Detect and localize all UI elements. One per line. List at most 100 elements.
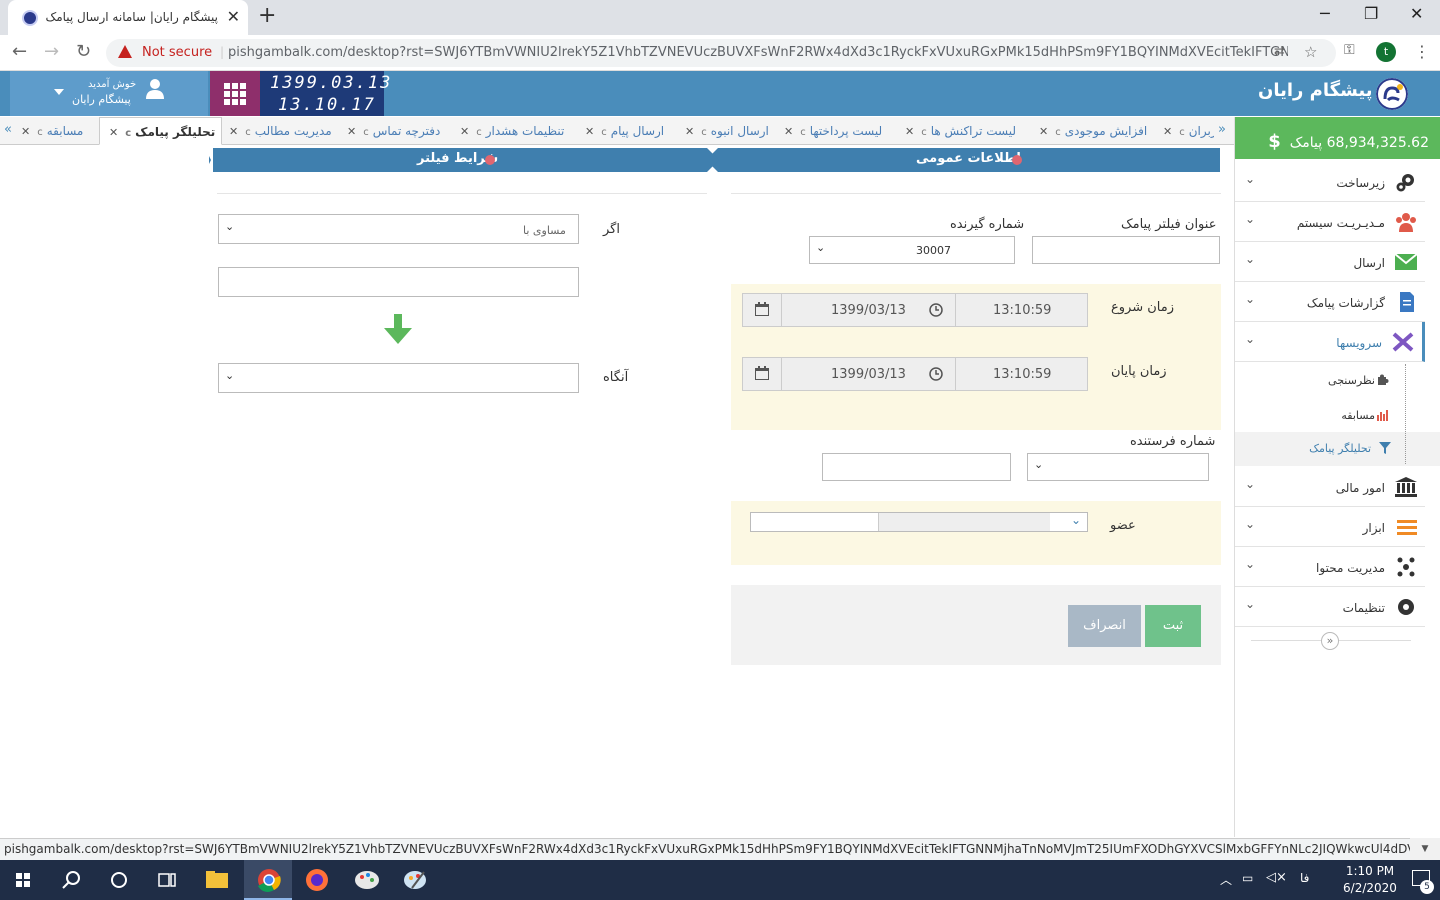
task-view-icon[interactable] bbox=[144, 866, 190, 894]
chevron-down-icon: ⌄ bbox=[1245, 292, 1256, 306]
end-date[interactable]: 1399/03/13 bbox=[831, 367, 906, 382]
tab-8[interactable]: ✕ c لیست تراکنش ها bbox=[902, 117, 1016, 145]
action-select[interactable]: ⌄ bbox=[218, 363, 579, 393]
gear-icon bbox=[1398, 599, 1414, 615]
reload-icon[interactable]: ↻ bbox=[76, 41, 91, 62]
volume-icon[interactable]: ◁× bbox=[1266, 870, 1287, 885]
browser-tab[interactable]: پیشگام رایان| سامانه ارسال پیامک ان ✕ bbox=[8, 0, 248, 35]
chevron-down-icon: ⌄ bbox=[1245, 517, 1256, 531]
cortana-icon[interactable] bbox=[96, 866, 142, 894]
start-time[interactable]: 13:10:59 bbox=[993, 303, 1051, 318]
sidebar-item-tools[interactable]: ابزار ⌄ bbox=[1235, 507, 1425, 547]
chevron-down-icon: ⌄ bbox=[1245, 332, 1256, 346]
clock-icon[interactable] bbox=[929, 367, 943, 381]
tab-4[interactable]: ✕ c تنظیمات هشدار bbox=[457, 117, 564, 145]
sidebar-subitem-contest[interactable]: مسابقه bbox=[1235, 399, 1405, 433]
chevron-down-icon: ⌄ bbox=[1034, 458, 1044, 471]
browser-menu-icon[interactable]: ⋮ bbox=[1414, 42, 1430, 61]
sidebar-item-services[interactable]: سرویسها ⌄ bbox=[1235, 322, 1425, 362]
start-date[interactable]: 1399/03/13 bbox=[831, 303, 906, 318]
minimize-icon[interactable]: ─ bbox=[1320, 4, 1330, 23]
chevron-up-icon[interactable]: ︿ bbox=[1220, 871, 1232, 888]
bank-icon bbox=[1395, 477, 1417, 497]
tab-5[interactable]: ✕ c ارسال پیام bbox=[582, 117, 664, 145]
scroll-down-icon[interactable]: ▼ bbox=[1410, 838, 1440, 860]
sidebar-item-content-management[interactable]: مدیریت محتوا ⌄ bbox=[1235, 547, 1425, 587]
calendar-icon[interactable] bbox=[755, 366, 769, 380]
close-window-icon[interactable]: ✕ bbox=[1410, 4, 1423, 23]
tab-3[interactable]: ✕ c دفترچه تماس bbox=[344, 117, 440, 145]
member-label: عضو bbox=[1110, 518, 1136, 533]
title-input[interactable] bbox=[1032, 236, 1220, 264]
sidebar-item-settings[interactable]: تنظیمات ⌄ bbox=[1235, 587, 1425, 627]
dollar-icon: $ bbox=[1268, 131, 1281, 152]
tab-1[interactable]: ✕ c تحلیلگر پیامک bbox=[99, 117, 223, 145]
network-icon[interactable]: ▭ bbox=[1242, 871, 1253, 885]
sidebar-item-finance[interactable]: امور مالی ⌄ bbox=[1235, 467, 1425, 507]
receiver-select[interactable]: 30007 ⌄ bbox=[809, 236, 1015, 264]
paint-icon[interactable] bbox=[344, 866, 390, 894]
search-icon[interactable] bbox=[48, 866, 94, 894]
start-datetime[interactable]: 1399/03/13 13:10:59 bbox=[742, 293, 1088, 327]
sidebar-subitem-survey[interactable]: نظرسنجی bbox=[1235, 364, 1405, 398]
sidebar-item-sms-reports[interactable]: گزارشات پیامک ⌄ bbox=[1235, 282, 1425, 322]
sidebar-item-send[interactable]: ارسال ⌄ bbox=[1235, 242, 1425, 282]
new-tab-button[interactable]: + bbox=[258, 3, 276, 28]
sidebar-subitem-sms-analyzer[interactable]: تحلیلگر پیامک bbox=[1235, 432, 1440, 466]
member-input[interactable]: ⌄ bbox=[750, 512, 1088, 532]
collapse-sidebar-icon[interactable]: » bbox=[1321, 632, 1339, 650]
site-favicon-icon bbox=[22, 10, 38, 26]
browser-tab-title: پیشگام رایان| سامانه ارسال پیامک ان bbox=[46, 10, 218, 24]
tabs-scroll-right-icon[interactable]: » bbox=[1218, 122, 1226, 137]
key-icon[interactable]: ⚿ bbox=[1344, 42, 1355, 58]
condition-value-input[interactable] bbox=[218, 267, 579, 297]
general-info-header: اطلاعات عمومی bbox=[706, 148, 1220, 172]
taskbar-date[interactable]: 6/2/2020 bbox=[1330, 881, 1410, 895]
tab-10[interactable]: ✕cکاربران bbox=[1160, 117, 1214, 145]
chrome-icon[interactable] bbox=[246, 866, 292, 894]
puzzle-icon bbox=[1378, 374, 1389, 385]
apps-grid-button[interactable] bbox=[210, 71, 260, 116]
translate-icon[interactable]: ⇄ bbox=[1274, 44, 1285, 59]
operator-select[interactable]: مساوی با ⌄ bbox=[218, 214, 579, 244]
tab-7[interactable]: ✕ c لیست پرداختها bbox=[781, 117, 882, 145]
sender-select[interactable]: ⌄ bbox=[1027, 453, 1209, 481]
calendar-icon[interactable] bbox=[755, 302, 769, 316]
sidebar-item-system-management[interactable]: مـدیـریـت سیستم ⌄ bbox=[1235, 202, 1425, 242]
sidebar-item-infrastructure[interactable]: زیرساخت ⌄ bbox=[1235, 162, 1425, 202]
taskbar-time[interactable]: 1:10 PM bbox=[1330, 864, 1410, 878]
address-bar[interactable]: Not secure | pishgambalk.com/desktop?rst… bbox=[106, 39, 1336, 67]
document-icon bbox=[1400, 292, 1414, 312]
chevron-down-icon: ⌄ bbox=[225, 369, 235, 382]
chevron-down-icon: ⌄ bbox=[1245, 557, 1256, 571]
tab-2[interactable]: ✕ c مدیریت مطالب bbox=[226, 117, 332, 145]
maximize-icon[interactable]: ❐ bbox=[1364, 4, 1378, 23]
not-secure-label[interactable]: Not secure bbox=[142, 45, 212, 60]
user-menu[interactable]: خوش آمدید پیشگام رایان bbox=[10, 71, 208, 116]
tab-6[interactable]: ✕ c ارسال انبوه bbox=[682, 117, 769, 145]
sender-input[interactable] bbox=[822, 453, 1011, 481]
cancel-button[interactable]: انصراف bbox=[1068, 605, 1141, 647]
windows-start-icon[interactable] bbox=[0, 866, 46, 894]
firefox-icon[interactable] bbox=[294, 866, 340, 894]
chevron-down-icon[interactable]: ⌄ bbox=[1071, 513, 1081, 527]
clock-icon[interactable] bbox=[929, 303, 943, 317]
tab-0[interactable]: ✕ c مسابقه bbox=[18, 117, 83, 145]
sender-label: شماره فرستنده bbox=[1130, 434, 1216, 449]
file-explorer-icon[interactable] bbox=[194, 866, 240, 894]
digital-clock: 1399.03.13 13.10.17 bbox=[260, 71, 390, 116]
tab-9[interactable]: ✕ c افزایش موجودی bbox=[1036, 117, 1147, 145]
profile-avatar[interactable]: t bbox=[1376, 42, 1396, 62]
end-datetime[interactable]: 1399/03/13 13:10:59 bbox=[742, 357, 1088, 391]
url-text[interactable]: pishgambalk.com/desktop?rst=SWJ6YTBmVWNI… bbox=[228, 45, 1288, 60]
chevron-down-icon: ⌄ bbox=[1245, 597, 1256, 611]
tabs-scroll-left-icon[interactable]: « bbox=[4, 122, 12, 137]
submit-button[interactable]: ثبت bbox=[1145, 605, 1201, 647]
end-time[interactable]: 13:10:59 bbox=[993, 367, 1051, 382]
paint-3d-icon[interactable] bbox=[392, 866, 438, 894]
close-tab-icon[interactable]: ✕ bbox=[227, 7, 240, 26]
bookmark-star-icon[interactable]: ☆ bbox=[1304, 43, 1317, 61]
forward-icon[interactable]: → bbox=[44, 41, 59, 62]
input-language[interactable]: فا bbox=[1300, 871, 1309, 885]
back-icon[interactable]: ← bbox=[12, 41, 27, 62]
